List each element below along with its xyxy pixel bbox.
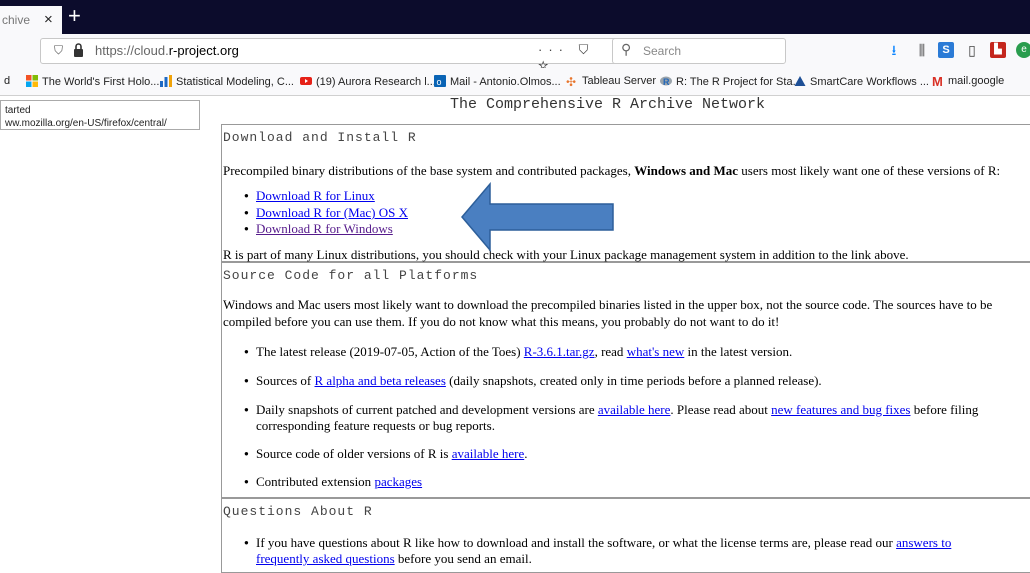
r-tarball-link[interactable]: R-3.6.1.tar.gz bbox=[524, 344, 595, 359]
search-input[interactable]: ⚲ Search bbox=[612, 38, 786, 64]
pdf-icon[interactable]: ▙ bbox=[990, 42, 1006, 58]
latest-release-item: The latest release (2019-07-05, Action o… bbox=[256, 344, 793, 359]
source-box-title: Source Code for all Platforms bbox=[223, 268, 479, 283]
tracking-shield-icon[interactable]: ⛉ bbox=[54, 43, 63, 58]
bullet-icon: ● bbox=[244, 538, 249, 547]
bullet-icon: ● bbox=[244, 224, 249, 233]
whats-new-link[interactable]: what's new bbox=[627, 344, 685, 359]
bookmark-item[interactable]: ✣ Tableau Server bbox=[566, 75, 656, 88]
packages-link[interactable]: packages bbox=[374, 474, 422, 489]
download-icon[interactable]: ⭳ bbox=[886, 42, 902, 58]
contributed-packages-item: Contributed extension packages bbox=[256, 474, 423, 489]
alpha-beta-link[interactable]: R alpha and beta releases bbox=[315, 373, 446, 388]
bullet-icon: ● bbox=[244, 376, 249, 385]
bookmark-item[interactable]: SmartCare Workflows ... bbox=[794, 75, 929, 88]
questions-box: Questions About R ● If you have question… bbox=[221, 498, 1030, 573]
close-tab-icon[interactable]: × bbox=[44, 11, 53, 28]
svg-text:o: o bbox=[437, 77, 442, 87]
source-code-box: Source Code for all Platforms Windows an… bbox=[221, 262, 1030, 498]
bookmark-item[interactable]: The World's First Holo... bbox=[26, 75, 159, 88]
search-placeholder: Search bbox=[643, 44, 682, 58]
bullet-icon: ● bbox=[244, 208, 249, 217]
bar-chart-icon bbox=[160, 75, 172, 87]
bookmark-item[interactable]: o Mail - Antonio.Olmos... bbox=[434, 75, 561, 88]
tableau-icon: ✣ bbox=[566, 75, 577, 89]
annotation-arrow-icon bbox=[461, 182, 614, 252]
extension-icon[interactable]: e bbox=[1016, 42, 1030, 58]
status-tip-line2: ww.mozilla.org/en-US/firefox/central/ bbox=[5, 118, 167, 129]
answers-link[interactable]: answers to bbox=[896, 535, 951, 550]
windows-tiles-icon bbox=[26, 75, 38, 87]
download-windows-link[interactable]: Download R for Windows bbox=[256, 221, 393, 237]
faq-link[interactable]: frequently asked questions bbox=[256, 551, 395, 566]
outlook-icon: o bbox=[434, 75, 446, 87]
bookmarks-toolbar: d The World's First Holo... Statistical … bbox=[0, 68, 1030, 96]
bookmark-item[interactable]: (19) Aurora Research l... bbox=[300, 75, 436, 88]
triangle-icon bbox=[794, 76, 806, 86]
download-box-title: Download and Install R bbox=[223, 130, 417, 145]
new-features-link[interactable]: new features and bug fixes bbox=[771, 402, 910, 417]
download-linux-link[interactable]: Download R for Linux bbox=[256, 188, 375, 204]
questions-item-line2: frequently asked questions before you se… bbox=[256, 551, 532, 566]
older-versions-item: Source code of older versions of R is av… bbox=[256, 446, 528, 461]
tab-title: chive bbox=[2, 13, 31, 27]
lock-icon[interactable] bbox=[73, 42, 84, 58]
download-install-box: Download and Install R Precompiled binar… bbox=[221, 124, 1030, 262]
source-para-line1: Windows and Mac users most likely want t… bbox=[223, 297, 993, 312]
bookmark-item[interactable]: Statistical Modeling, C... bbox=[160, 75, 294, 88]
search-icon: ⚲ bbox=[621, 41, 632, 57]
alpha-beta-item: Sources of R alpha and beta releases (da… bbox=[256, 373, 822, 388]
available-here-link[interactable]: available here bbox=[598, 402, 671, 417]
download-mac-link[interactable]: Download R for (Mac) OS X bbox=[256, 205, 408, 221]
bookmark-item[interactable]: R R: The R Project for Sta... bbox=[660, 75, 802, 88]
bullet-icon: ● bbox=[244, 477, 249, 486]
bullet-icon: ● bbox=[244, 191, 249, 200]
page-title: The Comprehensive R Archive Network bbox=[450, 96, 766, 113]
new-tab-button[interactable]: + bbox=[68, 3, 81, 29]
download-intro: Precompiled binary distributions of the … bbox=[223, 163, 1001, 178]
daily-snapshots-line2: corresponding feature requests or bug re… bbox=[256, 418, 495, 433]
status-tip-line1: tarted bbox=[5, 105, 31, 116]
url-text[interactable]: https://cloud.r-project.org bbox=[95, 43, 239, 58]
s-extension-icon[interactable]: S bbox=[938, 42, 954, 58]
bullet-icon: ● bbox=[244, 347, 249, 356]
daily-snapshots-item: Daily snapshots of current patched and d… bbox=[256, 402, 979, 417]
questions-box-title: Questions About R bbox=[223, 504, 373, 519]
link-status-tooltip: tarted ww.mozilla.org/en-US/firefox/cent… bbox=[0, 100, 200, 130]
svg-text:R: R bbox=[663, 77, 670, 87]
reader-icon[interactable]: ▯ bbox=[964, 42, 980, 58]
bullet-icon: ● bbox=[244, 405, 249, 414]
questions-item-line1: If you have questions about R like how t… bbox=[256, 535, 952, 550]
bookmark-item[interactable]: d bbox=[4, 75, 10, 87]
r-logo-icon: R bbox=[660, 76, 672, 87]
bullet-icon: ● bbox=[244, 449, 249, 458]
url-bar[interactable]: ⛉ https://cloud.r-project.org ··· ⛉ ☆ bbox=[40, 38, 620, 73]
gmail-icon: M bbox=[932, 74, 943, 89]
browser-tab[interactable]: chive × bbox=[0, 6, 62, 34]
youtube-icon bbox=[300, 77, 312, 85]
library-icon[interactable]: ⫼ bbox=[914, 42, 930, 58]
browser-titlebar: chive × + bbox=[0, 0, 1030, 34]
bookmark-item[interactable]: Mmail.google bbox=[932, 75, 1004, 88]
older-available-here-link[interactable]: available here bbox=[452, 446, 525, 461]
source-para-line2: compiled before you can use them. If you… bbox=[223, 314, 780, 329]
